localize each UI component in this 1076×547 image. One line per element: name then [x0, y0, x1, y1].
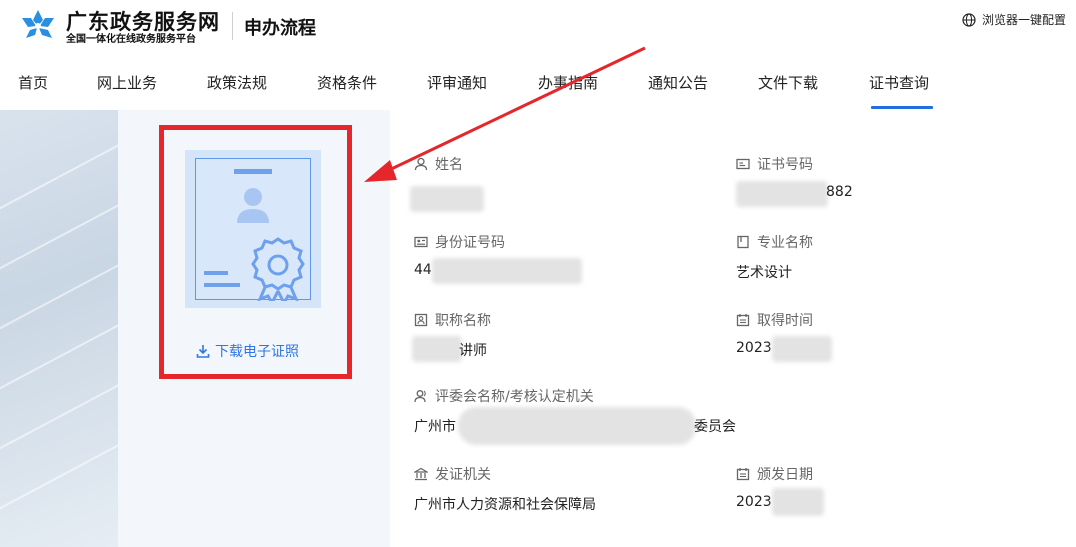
id-card-icon [736, 158, 750, 170]
field-title-name: 职称名称 [414, 310, 491, 330]
calendar-icon [736, 314, 750, 327]
field-committee-value-prefix: 广州市 [414, 419, 456, 435]
nav-item-review-notice[interactable]: 评审通知 [427, 72, 487, 93]
redacted-title-name [412, 336, 462, 362]
field-issuer-value: 广州市人力资源和社会保障局 [414, 497, 596, 513]
field-name: 姓名 [414, 154, 463, 174]
nav-item-policy[interactable]: 政策法规 [207, 72, 267, 93]
field-id-no-value: 44 [414, 262, 432, 278]
highlight-frame [159, 125, 352, 379]
nav-item-guide[interactable]: 办事指南 [538, 72, 598, 93]
bank-icon [414, 467, 428, 481]
guangdong-gov-logo[interactable] [18, 8, 58, 44]
brand-subtitle: 全国一体化在线政务服务平台 [66, 34, 196, 45]
redacted-id-no [432, 258, 582, 284]
group-icon [414, 390, 426, 403]
nav-item-home[interactable]: 首页 [18, 72, 48, 93]
book-icon [737, 235, 749, 249]
field-specialty-label: 专业名称 [757, 235, 813, 251]
field-specialty: 专业名称 [736, 232, 813, 252]
field-issue-date-value: 2023 [736, 494, 772, 510]
field-committee: 评委会名称/考核认定机关 [414, 386, 594, 406]
main-nav: 首页 网上业务 政策法规 资格条件 评审通知 办事指南 通知公告 文件下载 证书… [0, 62, 1076, 110]
top-header: 广东政务服务网 全国一体化在线政务服务平台 申办流程 浏览器一键配置 [0, 0, 1076, 52]
redacted-issue-date [772, 488, 824, 516]
globe-icon [962, 12, 976, 27]
field-id-no-label: 身份证号码 [435, 235, 505, 251]
browser-config-label: 浏览器一键配置 [981, 13, 1066, 27]
field-title-name-label: 职称名称 [435, 313, 491, 329]
nav-item-certificate-query[interactable]: 证书查询 [869, 72, 929, 93]
header-divider [232, 12, 233, 40]
nav-item-file-download[interactable]: 文件下载 [758, 72, 818, 93]
field-committee-label: 评委会名称/考核认定机关 [435, 389, 594, 405]
field-issue-date: 颁发日期 [736, 464, 813, 484]
redacted-committee [458, 407, 696, 445]
field-cert-no-value: 882 [826, 184, 853, 200]
field-cert-no-label: 证书号码 [757, 157, 813, 173]
badge-icon [414, 313, 428, 327]
active-tab-indicator [871, 106, 933, 109]
nav-item-announcement[interactable]: 通知公告 [648, 72, 708, 93]
id-card-icon [414, 236, 428, 248]
field-committee-value-suffix: 委员会 [694, 419, 736, 435]
redacted-obtain-time [772, 336, 832, 362]
field-title-name-value: 讲师 [459, 343, 487, 359]
field-id-no: 身份证号码 [414, 232, 505, 252]
field-obtain-time-value: 2023 [736, 340, 772, 356]
field-name-label: 姓名 [435, 157, 463, 173]
user-icon [414, 157, 428, 171]
nav-item-qualification[interactable]: 资格条件 [317, 72, 377, 93]
section-title: 申办流程 [244, 18, 316, 39]
field-issue-date-label: 颁发日期 [757, 467, 813, 483]
field-issuer: 发证机关 [414, 464, 491, 484]
calendar-icon [736, 468, 750, 481]
field-obtain-time-label: 取得时间 [757, 313, 813, 329]
redacted-cert-no [736, 181, 828, 207]
field-cert-no: 证书号码 [736, 154, 813, 174]
field-specialty-value: 艺术设计 [736, 265, 792, 281]
field-issuer-label: 发证机关 [435, 467, 491, 483]
nav-item-online-business[interactable]: 网上业务 [97, 72, 157, 93]
browser-config-link[interactable]: 浏览器一键配置 [962, 11, 1066, 28]
decorative-background [0, 110, 118, 547]
field-obtain-time: 取得时间 [736, 310, 813, 330]
redacted-name [410, 186, 484, 212]
